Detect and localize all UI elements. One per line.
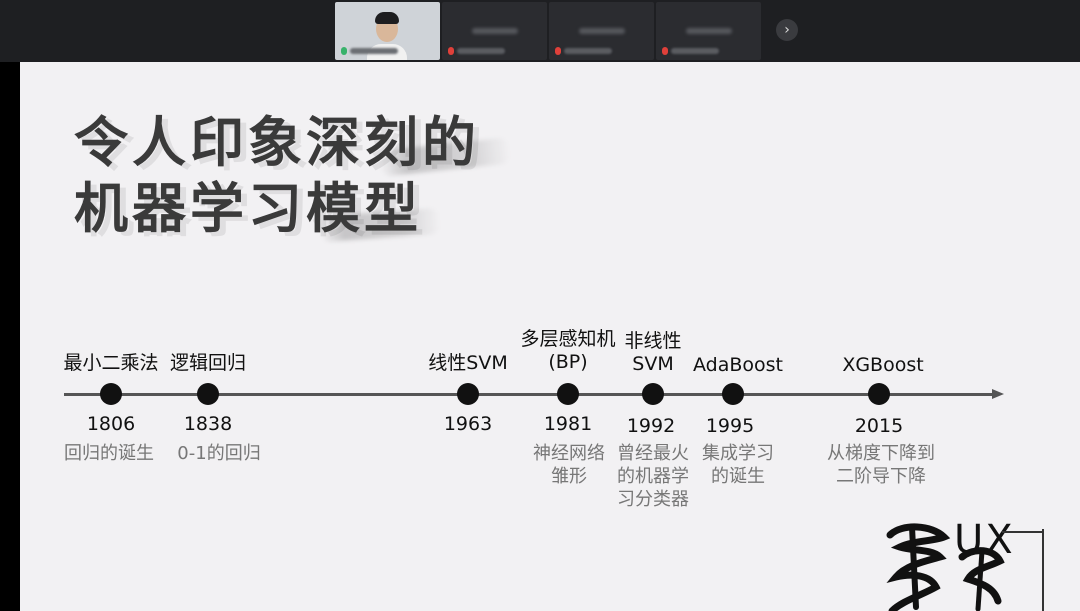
participant-label-blurred (564, 48, 612, 54)
timeline-dot (557, 383, 579, 405)
timeline-year: 1981 (543, 413, 593, 435)
timeline-year: 2015 (854, 415, 904, 437)
participant-name-blurred (472, 28, 518, 34)
calligraphy-brush-icon (886, 523, 1005, 611)
timeline-year: 1992 (626, 415, 676, 437)
timeline-dot (868, 383, 890, 405)
timeline-year: 1963 (443, 413, 493, 435)
video-strip: › (0, 0, 1080, 62)
timeline-desc: 神经网络 雏形 (533, 443, 605, 487)
left-margin (0, 62, 20, 611)
participant-tile[interactable] (442, 2, 547, 60)
mic-muted-icon (555, 47, 561, 55)
timeline-label: 最小二乘法 (63, 352, 159, 374)
timeline-desc: 回归的诞生 (64, 443, 154, 464)
presentation-slide: 令人印象深刻的 机器学习模型 最小二乘法 1806 回归的诞生 逻辑回归 183… (20, 62, 1080, 611)
timeline-desc: 曾经最火 的机器学 习分类器 (617, 443, 689, 510)
timeline-label: 多层感知机 (BP) (520, 328, 616, 373)
mic-muted-icon (448, 47, 454, 55)
timeline-dot (197, 383, 219, 405)
slide-title-line1: 令人印象深刻的 (74, 111, 480, 174)
slide-title-line2: 机器学习模型 (74, 177, 422, 240)
participant-name-blurred (350, 48, 398, 54)
timeline-label: 线性SVM (428, 352, 508, 374)
participant-label-blurred (457, 48, 505, 54)
participant-tile[interactable] (656, 2, 761, 60)
timeline-year: 1806 (86, 413, 136, 435)
timeline-label: AdaBoost (693, 354, 783, 376)
timeline-year: 1995 (705, 415, 755, 437)
timeline-label: XGBoost (842, 354, 924, 376)
timeline-dot (722, 383, 744, 405)
slide-title: 令人印象深刻的 机器学习模型 (74, 110, 480, 242)
mic-muted-icon (662, 47, 668, 55)
participant-name-blurred (579, 28, 625, 34)
participant-tile-active-speaker[interactable] (335, 2, 440, 60)
mic-on-icon (341, 47, 347, 55)
participant-tile[interactable] (549, 2, 654, 60)
timeline-label: 非线性 SVM (624, 330, 682, 375)
timeline-year: 1838 (183, 413, 233, 435)
timeline-dot (642, 383, 664, 405)
watermark-line (1042, 529, 1044, 611)
timeline-dot (100, 383, 122, 405)
timeline-desc: 集成学习 的诞生 (702, 443, 774, 487)
participant-label-blurred (671, 48, 719, 54)
next-participants-button[interactable]: › (776, 19, 798, 41)
timeline-desc: 0-1的回归 (177, 443, 261, 464)
participant-name-blurred (686, 28, 732, 34)
timeline-arrow-icon (992, 389, 1004, 399)
timeline-desc: 从梯度下降到 二阶导下降 (827, 443, 935, 487)
timeline-dot (457, 383, 479, 405)
calligraphy-watermark: UX (882, 517, 1052, 611)
timeline-label: 逻辑回归 (169, 352, 247, 374)
